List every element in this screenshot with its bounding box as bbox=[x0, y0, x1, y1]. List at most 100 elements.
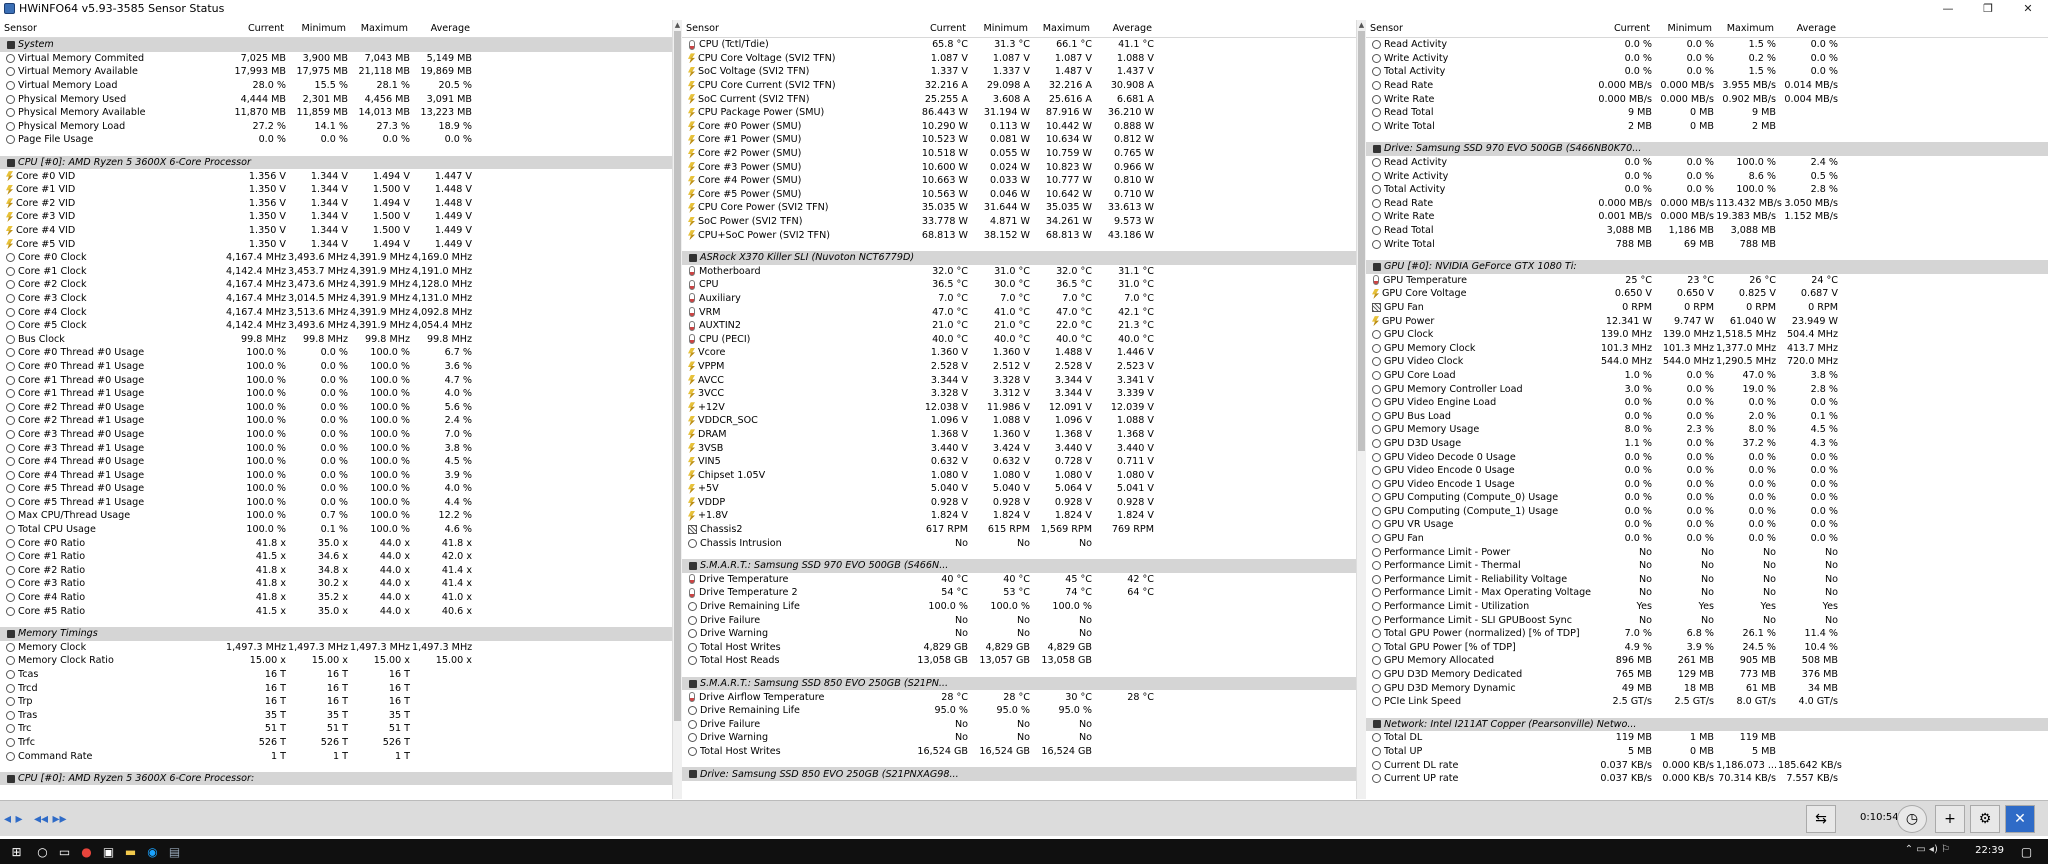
sensor-row[interactable]: GPU Memory Usage 8.0 % 2.3 % 8.0 % 4.5 % bbox=[1366, 423, 2048, 437]
sensor-row[interactable]: Performance Limit - Max Operating Voltag… bbox=[1366, 586, 2048, 600]
start-icon[interactable]: ⊞ bbox=[8, 843, 25, 860]
sensor-row[interactable]: Core #2 Thread #1 Usage 100.0 % 0.0 % 100.0… bbox=[0, 414, 672, 428]
sensor-row[interactable]: Core #0 Power (SMU) 10.290 W 0.113 W 10.442… bbox=[682, 120, 1356, 134]
scroll-up-icon[interactable]: ▲ bbox=[673, 20, 682, 30]
steam-icon[interactable]: ◉ bbox=[144, 843, 161, 860]
sensor-row[interactable]: 3VSB 3.440 V 3.424 V 3.440 V 3.440 V bbox=[682, 441, 1356, 455]
sensor-row[interactable]: CPU (Tctl/Tdie) 65.8 °C 31.3 °C 66.1 °C 41.1… bbox=[682, 38, 1356, 52]
sensor-row[interactable]: Write Total 788 MB 69 MB 788 MB bbox=[1366, 237, 2048, 251]
sensor-row[interactable]: Performance Limit - SLI GPUBoost Sync No N… bbox=[1366, 613, 2048, 627]
sensor-row[interactable]: GPU Memory Allocated 896 MB 261 MB 905 MB 50… bbox=[1366, 654, 2048, 668]
sensor-row[interactable]: Drive Failure No No No bbox=[682, 613, 1356, 627]
sensor-row[interactable]: Write Total 2 MB 0 MB 2 MB bbox=[1366, 120, 2048, 134]
sensor-row[interactable]: SoC Power (SVI2 TFN) 33.778 W 4.871 W 34.26… bbox=[682, 215, 1356, 229]
sensor-row[interactable]: Drive Warning No No No bbox=[682, 731, 1356, 745]
sensor-row[interactable]: AUXTIN2 21.0 °C 21.0 °C 22.0 °C 21.3 °C bbox=[682, 319, 1356, 333]
system-tray[interactable]: ⌃ ▭ ◂) ⚐ bbox=[1905, 844, 1950, 855]
sensor-row[interactable]: GPU D3D Memory Dedicated 765 MB 129 MB 773 … bbox=[1366, 668, 2048, 682]
sensor-row[interactable]: Performance Limit - Power No No No No bbox=[1366, 545, 2048, 559]
sensor-row[interactable]: Drive Remaining Life 95.0 % 95.0 % 95.0 % bbox=[682, 704, 1356, 718]
sensor-row[interactable]: GPU Memory Controller Load 3.0 % 0.0 % 19.0… bbox=[1366, 382, 2048, 396]
col-average[interactable]: Average bbox=[1094, 23, 1156, 34]
sensor-row[interactable]: Tcas 16 T 16 T 16 T bbox=[0, 668, 672, 682]
sensor-row[interactable]: Virtual Memory Load 28.0 % 15.5 % 28.1 % 20.… bbox=[0, 79, 672, 93]
col-maximum[interactable]: Maximum bbox=[1032, 23, 1094, 34]
sensor-row[interactable]: Core #4 VID 1.350 V 1.344 V 1.500 V 1.449 V bbox=[0, 224, 672, 238]
sensor-row[interactable]: Core #1 Clock 4,142.4 MHz 3,453.7 MHz 4,391… bbox=[0, 265, 672, 279]
sensor-row[interactable]: CPU Core Voltage (SVI2 TFN) 1.087 V 1.087 … bbox=[682, 52, 1356, 66]
sensor-row[interactable]: Core #1 Thread #1 Usage 100.0 % 0.0 % 100.0… bbox=[0, 387, 672, 401]
sensor-row[interactable]: PCIe Link Speed 2.5 GT/s 2.5 GT/s 8.0 GT/s 4… bbox=[1366, 695, 2048, 709]
scroll-thumb[interactable] bbox=[674, 31, 681, 721]
sensor-row[interactable]: GPU D3D Memory Dynamic 49 MB 18 MB 61 MB 34 … bbox=[1366, 681, 2048, 695]
sensor-row[interactable]: Core #1 Ratio 41.5 x 34.6 x 44.0 x 42.0 x bbox=[0, 550, 672, 564]
sensor-group-header[interactable]: S.M.A.R.T.: Samsung SSD 970 EVO 500GB (S… bbox=[682, 558, 1356, 573]
sensor-row[interactable]: Virtual Memory Commited 7,025 MB 3,900 MB 7… bbox=[0, 52, 672, 66]
sensor-row[interactable]: Core #2 VID 1.356 V 1.344 V 1.494 V 1.448 V bbox=[0, 197, 672, 211]
sensor-row[interactable]: Chipset 1.05V 1.080 V 1.080 V 1.080 V 1.080 … bbox=[682, 468, 1356, 482]
sensor-row[interactable]: Virtual Memory Available 17,993 MB 17,975 … bbox=[0, 65, 672, 79]
sensor-row[interactable]: Read Total 3,088 MB 1,186 MB 3,088 MB bbox=[1366, 224, 2048, 238]
scrollbar-pane-1[interactable]: ▲ bbox=[672, 20, 682, 799]
sensor-row[interactable]: Total GPU Power (normalized) [% of TDP] 7… bbox=[1366, 627, 2048, 641]
sensor-row[interactable]: Page File Usage 0.0 % 0.0 % 0.0 % 0.0 % bbox=[0, 133, 672, 147]
sensor-row[interactable]: Read Rate 0.000 MB/s 0.000 MB/s 3.955 MB/s 0… bbox=[1366, 79, 2048, 93]
sensor-row[interactable]: Total Activity 0.0 % 0.0 % 100.0 % 2.8 % bbox=[1366, 183, 2048, 197]
sensor-row[interactable]: Core #5 Ratio 41.5 x 35.0 x 44.0 x 40.6 x bbox=[0, 604, 672, 618]
sensor-row[interactable]: Total DL 119 MB 1 MB 119 MB bbox=[1366, 731, 2048, 745]
sensor-row[interactable]: Core #1 Thread #0 Usage 100.0 % 0.0 % 100.0… bbox=[0, 373, 672, 387]
sensor-row[interactable]: Core #1 VID 1.350 V 1.344 V 1.500 V 1.448 V bbox=[0, 183, 672, 197]
sensor-pane-1[interactable]: Sensor Current Minimum Maximum Average S… bbox=[0, 20, 672, 799]
sensor-row[interactable]: AVCC 3.344 V 3.328 V 3.344 V 3.341 V bbox=[682, 373, 1356, 387]
sensor-row[interactable]: Performance Limit - Thermal No No No No bbox=[1366, 559, 2048, 573]
sensor-row[interactable]: CPU Core Current (SVI2 TFN) 32.216 A 29.09… bbox=[682, 79, 1356, 93]
sensor-row[interactable]: +12V 12.038 V 11.986 V 12.091 V 12.039 V bbox=[682, 400, 1356, 414]
sensor-row[interactable]: Total Host Writes 16,524 GB 16,524 GB 16,52… bbox=[682, 745, 1356, 759]
sensor-row[interactable]: Memory Clock Ratio 15.00 x 15.00 x 15.00 x 1… bbox=[0, 654, 672, 668]
col-current[interactable]: Current bbox=[908, 23, 970, 34]
notification-icon[interactable]: ▢ bbox=[2018, 843, 2035, 860]
sensor-row[interactable]: Core #3 VID 1.350 V 1.344 V 1.500 V 1.449 V bbox=[0, 210, 672, 224]
sensor-row[interactable]: Total Host Reads 13,058 GB 13,057 GB 13,058… bbox=[682, 654, 1356, 668]
sensor-row[interactable]: Current UP rate 0.037 KB/s 0.000 KB/s 70.31… bbox=[1366, 772, 2048, 786]
sensor-row[interactable]: +5V 5.040 V 5.040 V 5.064 V 5.041 V bbox=[682, 482, 1356, 496]
col-sensor[interactable]: Sensor bbox=[1366, 23, 1592, 34]
sensor-group-header[interactable]: Memory Timings bbox=[0, 626, 672, 641]
sensor-group-header[interactable]: Network: Intel I211AT Copper (Pearsonvil… bbox=[1366, 717, 2048, 732]
sensor-row[interactable]: GPU Core Load 1.0 % 0.0 % 47.0 % 3.8 % bbox=[1366, 369, 2048, 383]
sensor-pane-3[interactable]: Sensor Current Minimum Maximum Average R… bbox=[1366, 20, 2048, 799]
sensor-group-header[interactable]: CPU [#0]: AMD Ryzen 5 3600X 6-Core Proce… bbox=[0, 155, 672, 170]
sensor-row[interactable]: Read Total 9 MB 0 MB 9 MB bbox=[1366, 106, 2048, 120]
sensor-row[interactable]: GPU Video Decode 0 Usage 0.0 % 0.0 % 0.0 % 0… bbox=[1366, 450, 2048, 464]
sensor-row[interactable]: GPU Fan 0 RPM 0 RPM 0 RPM 0 RPM bbox=[1366, 301, 2048, 315]
sensor-row[interactable]: Core #1 Power (SMU) 10.523 W 0.081 W 10.634… bbox=[682, 133, 1356, 147]
close-sensors-icon[interactable]: ✕ bbox=[2005, 805, 2035, 833]
settings-icon[interactable]: ⚙ bbox=[1970, 805, 2000, 833]
sensor-row[interactable]: Core #5 Thread #1 Usage 100.0 % 0.0 % 100.0… bbox=[0, 496, 672, 510]
restore-button[interactable]: ❐ bbox=[1968, 0, 2008, 17]
taskbar-clock[interactable]: 22:39 bbox=[1975, 845, 2004, 856]
sensor-row[interactable]: CPU (PECI) 40.0 °C 40.0 °C 40.0 °C 40.0 °C bbox=[682, 332, 1356, 346]
sensor-row[interactable]: VPPM 2.528 V 2.512 V 2.528 V 2.523 V bbox=[682, 360, 1356, 374]
sensor-row[interactable]: GPU Video Engine Load 0.0 % 0.0 % 0.0 % 0.0 … bbox=[1366, 396, 2048, 410]
sensor-row[interactable]: Core #5 Clock 4,142.4 MHz 3,493.6 MHz 4,391… bbox=[0, 319, 672, 333]
sensor-row[interactable]: Vcore 1.360 V 1.360 V 1.488 V 1.446 V bbox=[682, 346, 1356, 360]
scroll-thumb[interactable] bbox=[1358, 31, 1365, 451]
sensor-row[interactable]: Current DL rate 0.037 KB/s 0.000 KB/s 1,186… bbox=[1366, 758, 2048, 772]
sensor-row[interactable]: Total GPU Power [% of TDP] 4.9 % 3.9 % 24.5… bbox=[1366, 641, 2048, 655]
sensor-group-header[interactable]: ASRock X370 Killer SLI (Nuvoton NCT6779D… bbox=[682, 250, 1356, 265]
sensor-row[interactable]: Core #2 Clock 4,167.4 MHz 3,473.6 MHz 4,391… bbox=[0, 278, 672, 292]
sensor-row[interactable]: Core #0 Thread #1 Usage 100.0 % 0.0 % 100.0… bbox=[0, 360, 672, 374]
sensor-row[interactable]: GPU Computing (Compute_1) Usage 0.0 % 0.0 … bbox=[1366, 505, 2048, 519]
col-maximum[interactable]: Maximum bbox=[1716, 23, 1778, 34]
col-average[interactable]: Average bbox=[1778, 23, 1840, 34]
sensor-row[interactable]: Drive Temperature 2 54 °C 53 °C 74 °C 64 °C bbox=[682, 586, 1356, 600]
sensor-row[interactable]: VIN5 0.632 V 0.632 V 0.728 V 0.711 V bbox=[682, 455, 1356, 469]
sensor-row[interactable]: GPU Clock 139.0 MHz 139.0 MHz 1,518.5 MHz 50… bbox=[1366, 328, 2048, 342]
sensor-row[interactable]: GPU Power 12.341 W 9.747 W 61.040 W 23.949 W bbox=[1366, 314, 2048, 328]
sensor-row[interactable]: Core #3 Thread #1 Usage 100.0 % 0.0 % 100.0… bbox=[0, 441, 672, 455]
sensor-row[interactable]: Core #0 VID 1.356 V 1.344 V 1.494 V 1.447 V bbox=[0, 169, 672, 183]
sensor-row[interactable]: Core #4 Thread #1 Usage 100.0 % 0.0 % 100.0… bbox=[0, 468, 672, 482]
sensor-row[interactable]: Core #0 Ratio 41.8 x 35.0 x 44.0 x 41.8 x bbox=[0, 536, 672, 550]
sensor-row[interactable]: Core #2 Power (SMU) 10.518 W 0.055 W 10.759… bbox=[682, 147, 1356, 161]
